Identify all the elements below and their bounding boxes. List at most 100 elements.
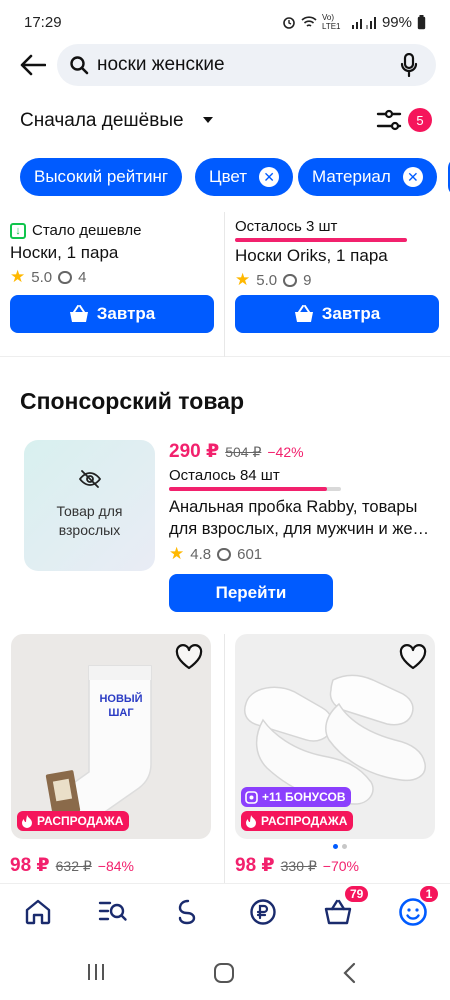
nav-finance[interactable] xyxy=(247,896,279,928)
stock-left: Осталось 84 шт xyxy=(169,467,280,484)
product-grid: НОВЫЙ ШАГ РАСПРОДАЖА 98 ₽ 632 ₽ −84% +11… xyxy=(0,634,450,884)
star-icon: ★ xyxy=(235,270,251,289)
profile-badge: 1 xyxy=(418,884,440,904)
price-drop-label: ↓ Стало дешевле xyxy=(10,222,214,239)
nav-home[interactable] xyxy=(22,896,54,928)
delivery-label: Завтра xyxy=(96,304,156,323)
fire-icon xyxy=(246,815,256,828)
sale-badge: РАСПРОДАЖА xyxy=(241,811,354,831)
pager-dot xyxy=(333,844,338,849)
rating-row: ★ 5.0 4 xyxy=(10,267,214,287)
adult-content-placeholder[interactable]: Товар для взрослых xyxy=(24,440,155,571)
stock-left: Осталось 3 шт xyxy=(235,218,338,235)
arrow-down-icon: ↓ xyxy=(10,222,26,239)
bonus-badge: +11 БОНУСОВ xyxy=(241,787,352,807)
old-price: 632 ₽ xyxy=(55,858,92,874)
product-row-top: ↓ Стало дешевле Носки, 1 пара ★ 5.0 4 За… xyxy=(0,212,450,357)
review-count: 601 xyxy=(237,545,263,563)
voice-search-button[interactable] xyxy=(400,52,418,82)
chip-label: Цвет xyxy=(209,167,248,186)
delivery-button[interactable]: Завтра xyxy=(10,295,214,333)
stock-bar-fill xyxy=(169,487,328,491)
favorite-button[interactable] xyxy=(175,644,203,675)
comment-icon xyxy=(58,270,73,284)
chip-label: Высокий рейтинг xyxy=(34,167,169,186)
back-button[interactable] xyxy=(18,50,48,80)
signal-icon xyxy=(351,16,376,29)
close-icon[interactable]: ✕ xyxy=(259,167,280,187)
product-title: Носки, 1 пара xyxy=(10,243,119,262)
sale-label: РАСПРОДАЖА xyxy=(37,814,124,828)
recent-apps-button[interactable] xyxy=(86,962,106,987)
chip-color[interactable]: Цвет ✕ xyxy=(195,158,294,196)
go-button[interactable]: Перейти xyxy=(169,574,333,612)
home-icon xyxy=(25,899,51,925)
system-navigation xyxy=(0,944,450,1000)
sliders-icon xyxy=(376,109,402,131)
battery-level: 99% xyxy=(381,13,412,31)
catalog-search-icon xyxy=(98,901,127,921)
swirl-icon xyxy=(178,899,196,925)
nav-catalog[interactable] xyxy=(97,896,129,928)
home-system-button[interactable] xyxy=(213,962,235,989)
coin-icon xyxy=(245,790,258,804)
sale-label: РАСПРОДАЖА xyxy=(261,814,348,828)
fire-icon xyxy=(22,815,32,828)
sock-print: НОВЫЙ xyxy=(99,692,142,705)
search-query: носки женские xyxy=(97,54,225,75)
battery-icon xyxy=(417,14,426,29)
product-card[interactable]: Осталось 3 шт Носки Oriks, 1 пара ★ 5.0 … xyxy=(235,212,439,357)
rating-value: 4.8 xyxy=(190,545,212,563)
close-icon[interactable]: ✕ xyxy=(402,167,423,187)
rating-value: 5.0 xyxy=(256,271,278,289)
arrow-left-icon xyxy=(20,54,46,76)
sort-dropdown[interactable]: Сначала дешёвые xyxy=(20,110,184,132)
status-icons: Vo) LTE1 99% xyxy=(282,13,426,31)
wifi-icon xyxy=(301,15,317,27)
filters-button[interactable] xyxy=(376,108,402,137)
filter-chips: Высокий рейтинг Цвет ✕ Материал ✕ xyxy=(0,158,450,198)
stock-bar xyxy=(235,238,407,242)
price-row: 98 ₽ 632 ₽ −84% xyxy=(10,854,134,877)
old-price: 504 ₽ xyxy=(225,444,262,460)
old-price: 330 ₽ xyxy=(280,858,317,874)
delivery-button[interactable]: Завтра xyxy=(235,295,439,333)
delivery-label: Завтра xyxy=(321,304,381,323)
search-icon xyxy=(70,56,89,75)
pager-dot xyxy=(342,844,347,849)
caret-down-icon[interactable] xyxy=(203,117,213,123)
product-card[interactable]: ↓ Стало дешевле Носки, 1 пара ★ 5.0 4 За… xyxy=(10,212,214,357)
discount: −70% xyxy=(322,858,359,874)
heart-icon xyxy=(399,644,427,670)
bonus-label: +11 БОНУСОВ xyxy=(262,790,346,804)
bottom-navigation: 79 1 xyxy=(0,883,450,941)
chip-high-rating[interactable]: Высокий рейтинг xyxy=(20,158,183,196)
comment-icon xyxy=(217,547,232,561)
ruble-icon xyxy=(250,899,276,925)
rating-row: ★ 5.0 9 xyxy=(235,270,439,290)
star-icon: ★ xyxy=(10,267,26,286)
favorite-button[interactable] xyxy=(399,644,427,675)
back-system-button[interactable] xyxy=(342,962,356,989)
status-bar: 17:29 Vo) LTE1 99% xyxy=(0,0,450,44)
review-count: 4 xyxy=(78,268,87,286)
cart-badge: 79 xyxy=(343,884,371,904)
sort-bar: Сначала дешёвые 5 xyxy=(0,100,450,142)
sponsored-info[interactable]: 290 ₽ 504 ₽ −42% Осталось 84 шт Анальная… xyxy=(169,440,439,564)
image-pager xyxy=(333,844,347,849)
price: 98 ₽ xyxy=(10,855,50,876)
star-icon: ★ xyxy=(169,544,185,563)
product-image[interactable]: +11 БОНУСОВ РАСПРОДАЖА xyxy=(235,634,435,839)
search-header: носки женские xyxy=(0,44,450,88)
sale-badge: РАСПРОДАЖА xyxy=(17,811,130,831)
nav-fresh[interactable] xyxy=(172,896,204,928)
product-title: Анальная пробка Rabby, товары для взросл… xyxy=(169,498,430,538)
filter-count-badge: 5 xyxy=(408,108,432,132)
chip-material[interactable]: Материал ✕ xyxy=(298,158,437,196)
discount: −84% xyxy=(97,858,134,874)
microphone-icon xyxy=(400,52,418,78)
search-input[interactable]: носки женские xyxy=(57,44,436,86)
sponsored-section: Спонсорский товар Товар для взрослых 290… xyxy=(0,372,450,622)
product-image[interactable]: НОВЫЙ ШАГ РАСПРОДАЖА xyxy=(11,634,211,839)
discount: −42% xyxy=(267,444,304,460)
